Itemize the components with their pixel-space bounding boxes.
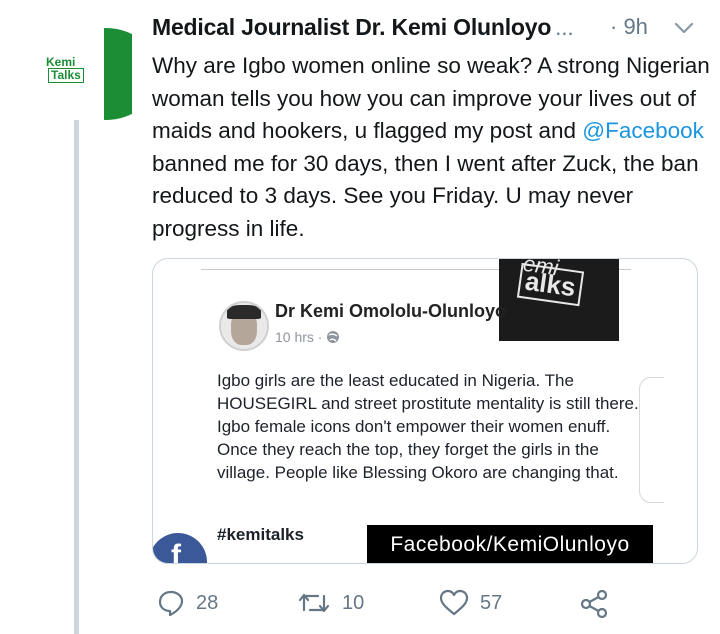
like-icon xyxy=(439,589,469,616)
like-button[interactable]: 57 xyxy=(438,588,502,618)
tweet-text: Why are Igbo women online so weak? A str… xyxy=(152,50,712,245)
mention-link[interactable]: @Facebook xyxy=(582,118,704,143)
fb-post-body: Igbo girls are the least educated in Nig… xyxy=(217,371,639,482)
like-count: 57 xyxy=(480,591,503,614)
retweet-icon xyxy=(298,593,330,613)
tweet-time[interactable]: · 9h xyxy=(610,14,648,40)
avatar-logo-text: Kemi xyxy=(46,55,76,69)
reply-icon xyxy=(158,590,184,617)
avatar-logo-talks: Talks xyxy=(48,68,84,83)
share-icon xyxy=(580,589,608,619)
chevron-down-icon[interactable] xyxy=(672,18,696,38)
fb-hashtag: #kemitalks xyxy=(217,525,304,544)
fb-post-author: Dr Kemi Omololu-Olunloyo xyxy=(275,301,507,321)
fb-post-meta: 10 hrs · xyxy=(275,329,340,345)
avatar[interactable]: Kemi Talks xyxy=(28,28,132,120)
tweet-text-part2: banned me for 30 days, then I went after… xyxy=(152,150,699,241)
thread-line xyxy=(74,118,79,634)
reply-button[interactable]: 28 xyxy=(156,588,218,618)
tweet-header: Medical Journalist Dr. Kemi Olunloyo... … xyxy=(152,14,700,44)
image-caption: Facebook/KemiOlunloyo xyxy=(367,525,653,563)
share-button[interactable] xyxy=(578,588,610,620)
globe-icon xyxy=(327,331,340,343)
retweet-button[interactable]: 10 xyxy=(296,588,364,618)
fb-profile-avatar xyxy=(219,301,269,351)
embedded-image[interactable]: emi alks Dr Kemi Omololu-Olunloyo 10 hrs… xyxy=(152,258,698,564)
fb-post-time: 10 hrs · xyxy=(275,329,323,345)
retweet-count: 10 xyxy=(342,591,365,614)
adjacent-card-edge xyxy=(639,377,664,503)
name-ellipsis: ... xyxy=(555,15,574,40)
tweet-actions: 28 10 57 xyxy=(152,588,712,624)
kemitalks-logo-image: emi alks xyxy=(499,259,619,341)
facebook-logo-icon: f xyxy=(153,533,207,563)
author-name[interactable]: Medical Journalist Dr. Kemi Olunloyo xyxy=(152,14,551,40)
reply-count: 28 xyxy=(196,591,219,614)
